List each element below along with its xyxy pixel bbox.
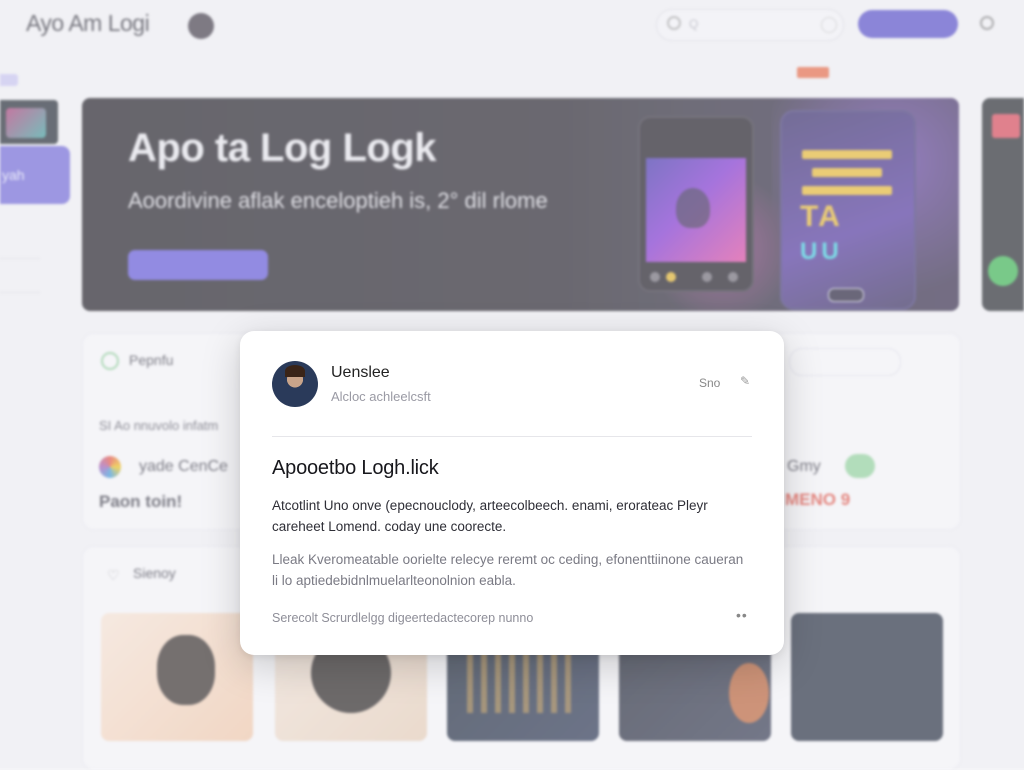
modal-divider: [272, 436, 752, 437]
user-name[interactable]: Uenslee: [331, 364, 390, 382]
modal-body-text: Atcotlint Uno onve (epecnouclody, arteec…: [272, 498, 708, 534]
pencil-icon[interactable]: ✎: [740, 374, 750, 388]
profile-modal: Uenslee Alcloc achleelcsft Sno ✎ Apooetb…: [240, 331, 784, 655]
more-icon[interactable]: ••: [736, 607, 748, 623]
modal-footer-text: Serecolt Scrurdlelgg digeertedactecorep …: [272, 611, 534, 625]
modal-action-link[interactable]: Sno: [699, 376, 720, 390]
modal-secondary-text: Lleak Kveromeatable oorielte relecye rer…: [272, 552, 744, 588]
modal-title: Apooetbo Logh.lick: [272, 457, 439, 479]
user-avatar[interactable]: [272, 361, 318, 407]
user-handle: Alcloc achleelcsft: [331, 389, 431, 404]
